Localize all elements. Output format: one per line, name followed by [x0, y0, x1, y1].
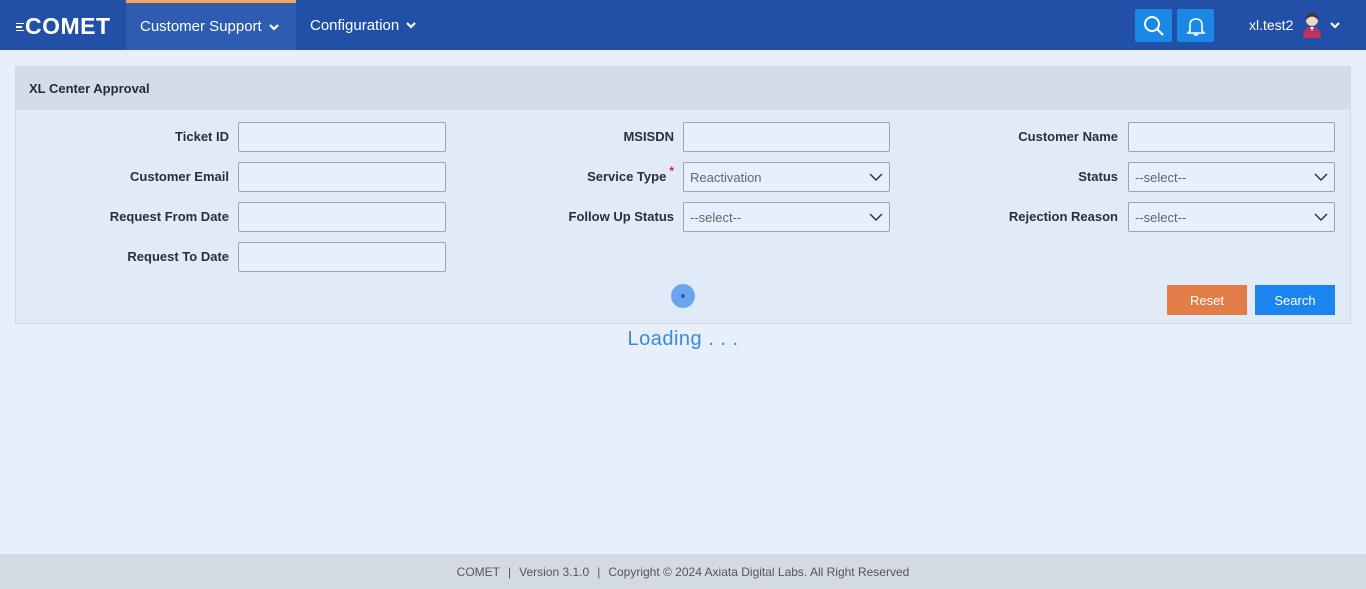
request-to-date-input[interactable]	[238, 242, 446, 272]
chevron-down-icon	[1314, 213, 1328, 222]
search-button[interactable]	[1135, 9, 1172, 42]
footer: COMET | Version 3.1.0 | Copyright © 2024…	[0, 554, 1366, 589]
chevron-down-icon	[1314, 173, 1328, 182]
request-from-date-label: Request From Date	[109, 209, 229, 224]
panel-title: XL Center Approval	[16, 67, 1350, 110]
msisdn-input[interactable]	[683, 122, 890, 152]
search-submit-button[interactable]: Search	[1255, 285, 1335, 315]
follow-up-status-label: Follow Up Status	[568, 209, 674, 224]
nav-customer-support[interactable]: Customer Support	[126, 0, 296, 50]
nav-configuration[interactable]: Configuration	[310, 0, 417, 50]
service-type-select[interactable]: Reactivation	[683, 162, 890, 192]
chevron-down-icon	[268, 23, 279, 31]
footer-separator: |	[597, 564, 601, 579]
status-label: Status	[1078, 169, 1118, 184]
ticket-id-label: Ticket ID	[175, 129, 229, 144]
rejection-reason-label: Rejection Reason	[1008, 209, 1118, 224]
rejection-reason-select[interactable]: --select--	[1128, 202, 1335, 232]
follow-up-status-select[interactable]: --select--	[683, 202, 890, 232]
status-value: --select--	[1135, 169, 1187, 185]
service-type-label-text: Service Type	[587, 169, 667, 184]
logo-text: COMET	[25, 13, 111, 39]
reset-button[interactable]: Reset	[1167, 285, 1247, 315]
customer-email-label: Customer Email	[130, 169, 229, 184]
customer-name-label: Customer Name	[1018, 129, 1118, 144]
ticket-id-input[interactable]	[238, 122, 446, 152]
footer-app-name: COMET	[456, 564, 500, 579]
search-icon	[1143, 15, 1164, 36]
required-marker: *	[669, 164, 674, 178]
rejection-reason-value: --select--	[1135, 209, 1187, 225]
footer-version: Version 3.1.0	[519, 564, 590, 579]
footer-separator: |	[508, 564, 512, 579]
chevron-down-icon	[406, 22, 417, 29]
footer-copyright: Copyright © 2024 Axiata Digital Labs. Al…	[608, 564, 910, 579]
msisdn-label: MSISDN	[623, 129, 674, 144]
top-navbar: COMET Customer Support Configuration xl.…	[0, 0, 1366, 50]
loading-spinner-icon	[671, 284, 695, 308]
service-type-value: Reactivation	[690, 169, 762, 185]
customer-email-input[interactable]	[238, 162, 446, 192]
logo-speed-lines-icon	[16, 22, 24, 32]
user-menu[interactable]: xl.test2	[1249, 0, 1341, 50]
username: xl.test2	[1249, 17, 1294, 33]
chevron-down-icon	[869, 173, 883, 182]
request-from-date-input[interactable]	[238, 202, 446, 232]
service-type-label: Service Type *	[456, 162, 674, 192]
chevron-down-icon	[869, 213, 883, 222]
avatar	[1303, 13, 1322, 38]
loading-text: Loading . . .	[627, 328, 739, 350]
customer-name-input[interactable]	[1128, 122, 1335, 152]
follow-up-status-value: --select--	[690, 209, 742, 225]
comet-logo[interactable]: COMET	[16, 14, 111, 38]
bell-icon	[1185, 17, 1206, 36]
nav-customer-support-label: Customer Support	[140, 18, 262, 35]
nav-configuration-label: Configuration	[310, 16, 400, 34]
chevron-down-icon	[1330, 22, 1341, 29]
status-select[interactable]: --select--	[1128, 162, 1335, 192]
notifications-button[interactable]	[1177, 9, 1214, 42]
request-to-date-label: Request To Date	[127, 249, 229, 264]
